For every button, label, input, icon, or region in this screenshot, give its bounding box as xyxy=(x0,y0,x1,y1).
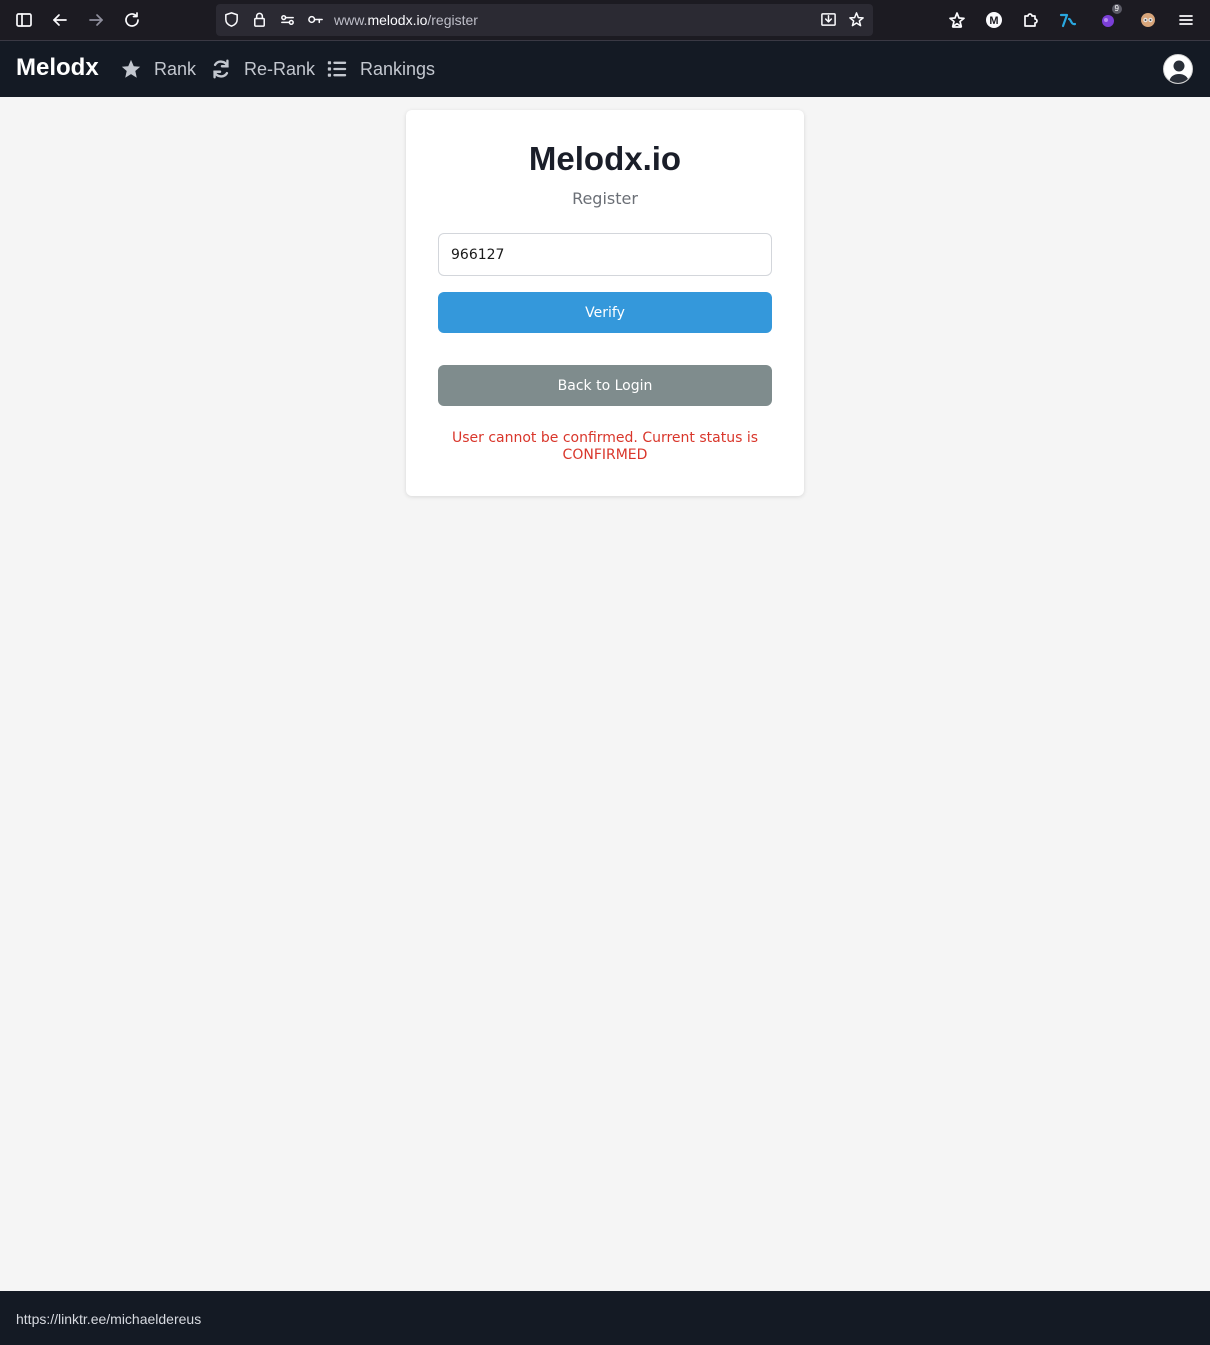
bookmark-star-icon[interactable] xyxy=(848,11,866,29)
nav-item-re-rank[interactable]: Re-Rank xyxy=(210,57,315,81)
brand-logo[interactable]: Melodx xyxy=(16,54,99,82)
app-navbar: Melodx Rank Re-Rank Rankings xyxy=(0,41,1210,97)
tracking-shield-icon[interactable] xyxy=(223,11,241,29)
translate-extension-icon[interactable] xyxy=(1056,8,1080,32)
purple-extension-icon[interactable]: 9 xyxy=(1096,4,1122,32)
verification-code-input[interactable] xyxy=(438,233,772,276)
back-arrow-icon[interactable] xyxy=(48,8,72,32)
pocket-icon[interactable] xyxy=(945,8,969,32)
refresh-icon xyxy=(213,59,229,79)
save-page-icon[interactable] xyxy=(820,11,838,29)
extensions-puzzle-icon[interactable] xyxy=(1018,8,1042,32)
url-text[interactable]: www.melodx.io/register xyxy=(334,12,478,28)
svg-text:M: M xyxy=(989,15,998,27)
nav-item-label: Rankings xyxy=(360,58,436,79)
user-avatar-icon[interactable] xyxy=(1163,54,1193,84)
nav-item-label: Rank xyxy=(154,58,197,79)
sidebar-toggle-icon[interactable] xyxy=(12,8,36,32)
star-icon xyxy=(121,59,141,78)
status-bar: https://linktr.ee/michaeldereus xyxy=(0,1291,1210,1345)
nav-item-rank[interactable]: Rank xyxy=(120,57,196,81)
back-to-login-button[interactable]: Back to Login xyxy=(438,365,772,406)
list-icon xyxy=(327,61,347,77)
reload-icon[interactable] xyxy=(120,8,144,32)
menu-hamburger-icon[interactable] xyxy=(1174,8,1198,32)
lock-icon[interactable] xyxy=(251,11,269,29)
extension-badge: 9 xyxy=(1111,4,1122,14)
card-subtitle: Register xyxy=(572,189,638,208)
key-icon[interactable] xyxy=(307,11,325,29)
card-title: Melodx.io xyxy=(528,140,682,177)
profile-extension-icon[interactable] xyxy=(1136,8,1160,32)
nav-item-label: Re-Rank xyxy=(244,58,316,79)
m-extension-icon[interactable]: M xyxy=(982,8,1006,32)
error-message: User cannot be confirmed. Current status… xyxy=(451,430,759,463)
nav-item-rankings[interactable]: Rankings xyxy=(326,57,435,81)
hover-link-url: https://linktr.ee/michaeldereus xyxy=(16,1311,202,1327)
address-bar[interactable]: www.melodx.io/register xyxy=(216,4,873,36)
verify-button[interactable]: Verify xyxy=(438,292,772,333)
forward-arrow-icon[interactable] xyxy=(84,8,108,32)
permissions-icon[interactable] xyxy=(279,11,297,29)
browser-toolbar: www.melodx.io/register M 9 xyxy=(0,0,1210,41)
